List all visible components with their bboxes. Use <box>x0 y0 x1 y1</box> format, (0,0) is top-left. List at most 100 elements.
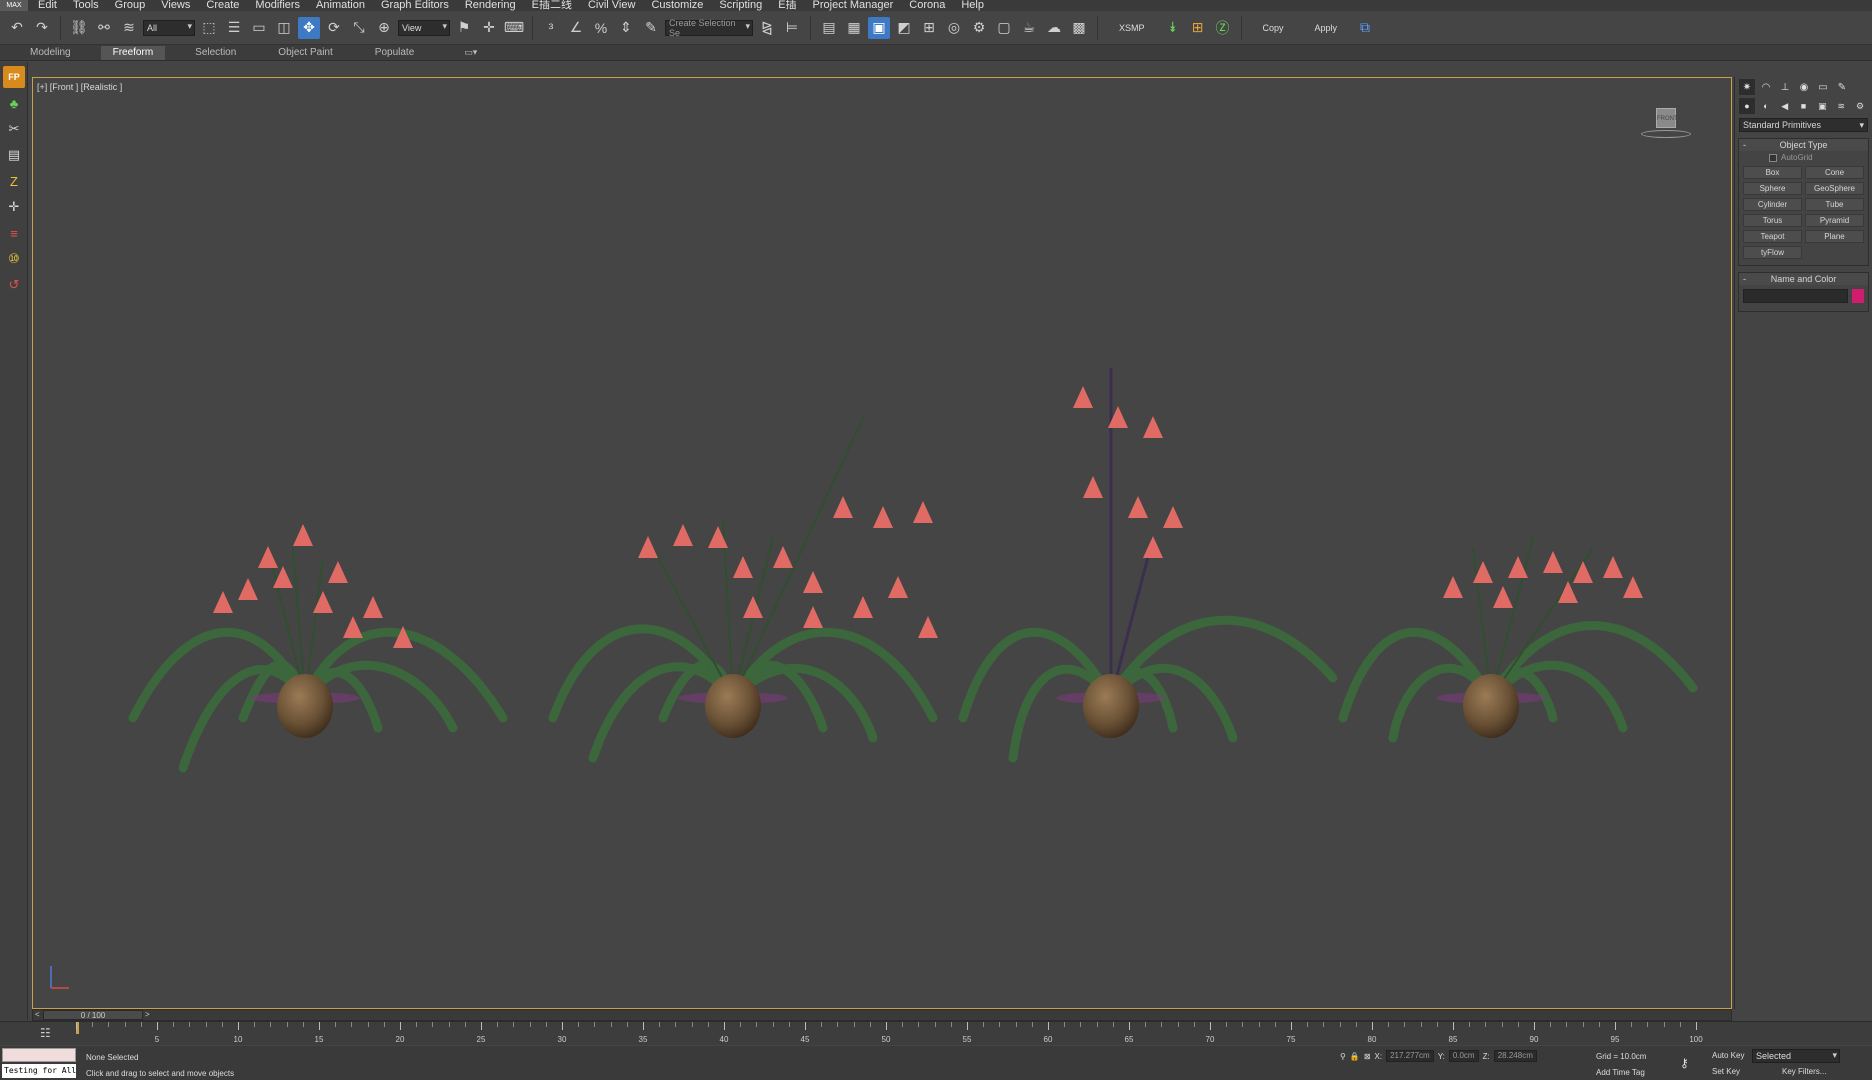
tab-modeling[interactable]: Modeling <box>18 46 83 60</box>
render-cloud-icon[interactable]: ▩ <box>1068 17 1090 39</box>
name-color-header[interactable]: Name and Color <box>1739 273 1868 285</box>
spacewarps-icon[interactable]: ≋ <box>1833 98 1849 114</box>
menu-scripting[interactable]: Scripting <box>713 0 772 11</box>
select-by-name-icon[interactable]: ☰ <box>223 17 245 39</box>
tab-object-paint[interactable]: Object Paint <box>266 46 344 60</box>
maxscript-output[interactable]: Testing for All <box>2 1064 76 1078</box>
snap-toggle-icon[interactable]: ³ <box>540 17 562 39</box>
unlink-icon[interactable]: ⚯ <box>93 17 115 39</box>
isolate-icon[interactable]: ⚲ <box>1340 1052 1346 1061</box>
pyramid-button[interactable]: Pyramid <box>1805 214 1864 227</box>
menu-edit[interactable]: Edit <box>32 0 67 11</box>
reference-coordinate-dropdown[interactable]: View <box>398 19 450 36</box>
time-slider-handle[interactable]: 0 / 100 <box>43 1010 143 1020</box>
edit-named-sets-icon[interactable]: ✎ <box>640 17 662 39</box>
key-icon[interactable]: ⚷ <box>1680 1056 1689 1070</box>
menu-project-manager[interactable]: Project Manager <box>807 0 904 11</box>
tools-icon[interactable]: ✂ <box>3 118 25 140</box>
mirror-icon[interactable]: ⧎ <box>756 17 778 39</box>
selection-filter-dropdown[interactable]: All <box>143 19 195 36</box>
z-coordinate-field[interactable]: 28.248cm <box>1493 1050 1537 1062</box>
menu-civil-view[interactable]: Civil View <box>582 0 645 11</box>
set-key-button[interactable]: Set Key <box>1712 1067 1740 1076</box>
curve-editor-icon[interactable]: ◩ <box>893 17 915 39</box>
tab-populate[interactable]: Populate <box>363 46 426 60</box>
menu-plugin-1[interactable]: E插二线 <box>526 0 582 11</box>
systems-icon[interactable]: ⚙ <box>1852 98 1868 114</box>
apply-button[interactable]: Apply <box>1301 23 1352 33</box>
maxscript-listener[interactable] <box>2 1048 76 1062</box>
menu-modifiers[interactable]: Modifiers <box>249 0 310 11</box>
modify-tab-icon[interactable]: ◠ <box>1758 79 1774 95</box>
rotate-icon[interactable]: ⟳ <box>323 17 345 39</box>
menu-customize[interactable]: Customize <box>645 0 713 11</box>
shapes-icon[interactable]: ◐ <box>1758 98 1774 114</box>
pivot-center-icon[interactable]: ⚑ <box>453 17 475 39</box>
box-button[interactable]: Box <box>1743 166 1802 179</box>
cone-button[interactable]: Cone <box>1805 166 1864 179</box>
cameras-icon[interactable]: ■ <box>1796 98 1812 114</box>
plugin-chevron-icon[interactable]: ⯯ <box>1162 17 1184 39</box>
copy-button[interactable]: Copy <box>1249 23 1298 33</box>
redo-icon[interactable]: ↷ <box>31 17 53 39</box>
scale-icon[interactable]: ⤡ <box>348 17 370 39</box>
tab-freeform[interactable]: Freeform <box>100 45 166 60</box>
railclone-icon[interactable]: ♣ <box>3 92 25 114</box>
spinner-snap-icon[interactable]: ⇕ <box>615 17 637 39</box>
display-tab-icon[interactable]: ▭ <box>1815 79 1831 95</box>
utilities-tab-icon[interactable]: ✎ <box>1834 79 1850 95</box>
layer-list-icon[interactable]: ▤ <box>3 144 25 166</box>
schematic-view-icon[interactable]: ⊞ <box>918 17 940 39</box>
tyflow-button[interactable]: tyFlow <box>1743 246 1802 259</box>
cylinder-button[interactable]: Cylinder <box>1743 198 1802 211</box>
hierarchy-tab-icon[interactable]: ⊥ <box>1777 79 1793 95</box>
plugin-grid-icon[interactable]: ⊞ <box>1187 17 1209 39</box>
graphite-toolbar-icon[interactable]: ▣ <box>868 16 890 39</box>
key-mode-dropdown[interactable]: Selected <box>1752 1049 1840 1063</box>
absolute-mode-icon[interactable]: ⊠ <box>1364 1052 1371 1061</box>
scene-explorer-icon[interactable]: ▦ <box>843 17 865 39</box>
plant-3[interactable] <box>958 368 1338 763</box>
front-viewport[interactable]: [+] [Front ] [Realistic ] FRONT <box>32 77 1732 1009</box>
select-manipulate-icon[interactable]: ✛ <box>478 17 500 39</box>
motion-tab-icon[interactable]: ◉ <box>1796 79 1812 95</box>
geosphere-button[interactable]: GeoSphere <box>1805 182 1864 195</box>
add-time-tag-button[interactable]: Add Time Tag <box>1596 1068 1645 1077</box>
menu-graph-editors[interactable]: Graph Editors <box>375 0 459 11</box>
tube-button[interactable]: Tube <box>1805 198 1864 211</box>
next-frame-button[interactable]: > <box>145 1010 150 1019</box>
ribbon-options-icon[interactable]: ▭▾ <box>464 47 477 58</box>
app-logo[interactable]: MAX <box>0 0 28 11</box>
menu-corona[interactable]: Corona <box>903 0 955 11</box>
z-plugin-icon[interactable]: Z <box>3 170 25 192</box>
rect-selection-icon[interactable]: ▭ <box>248 17 270 39</box>
transform-plugin-icon[interactable]: ✛ <box>3 196 25 218</box>
track-bar[interactable]: ☷ 5 10 15 20 25 30 35 40 45 50 55 60 65 70 75 80 85 90 95 1… <box>0 1021 1872 1045</box>
primitive-type-dropdown[interactable]: Standard Primitives <box>1739 118 1868 132</box>
lights-icon[interactable]: ◀ <box>1777 98 1793 114</box>
named-selection-set-dropdown[interactable]: Create Selection Se <box>665 18 753 38</box>
object-name-input[interactable] <box>1743 289 1848 303</box>
object-type-header[interactable]: Object Type <box>1739 139 1868 151</box>
tab-selection[interactable]: Selection <box>183 46 248 60</box>
rendered-frame-icon[interactable]: ▢ <box>993 17 1015 39</box>
layer-explorer-icon[interactable]: ▤ <box>818 17 840 39</box>
y-coordinate-field[interactable]: 0.0cm <box>1448 1050 1479 1062</box>
place-icon[interactable]: ⊕ <box>373 17 395 39</box>
numeric-plugin-icon[interactable]: ⑩ <box>3 248 25 270</box>
forest-pack-icon[interactable]: FP <box>3 66 25 88</box>
undo-icon[interactable]: ↶ <box>6 17 28 39</box>
render-setup-icon[interactable]: ⚙ <box>968 17 990 39</box>
menu-plugin-2[interactable]: E插 <box>772 0 806 11</box>
plane-button[interactable]: Plane <box>1805 230 1864 243</box>
menu-help[interactable]: Help <box>955 0 994 11</box>
keyboard-shortcut-icon[interactable]: ⌨ <box>503 17 525 39</box>
menu-animation[interactable]: Animation <box>310 0 375 11</box>
plugin-z-icon[interactable]: Ⓩ <box>1212 17 1234 39</box>
key-filters-button[interactable]: Key Filters... <box>1782 1067 1826 1076</box>
geometry-icon[interactable]: ● <box>1739 98 1755 114</box>
create-tab-icon[interactable]: ✷ <box>1739 79 1755 95</box>
plant-1[interactable] <box>128 524 508 773</box>
object-color-swatch[interactable] <box>1852 289 1864 303</box>
percent-snap-icon[interactable]: % <box>590 17 612 39</box>
